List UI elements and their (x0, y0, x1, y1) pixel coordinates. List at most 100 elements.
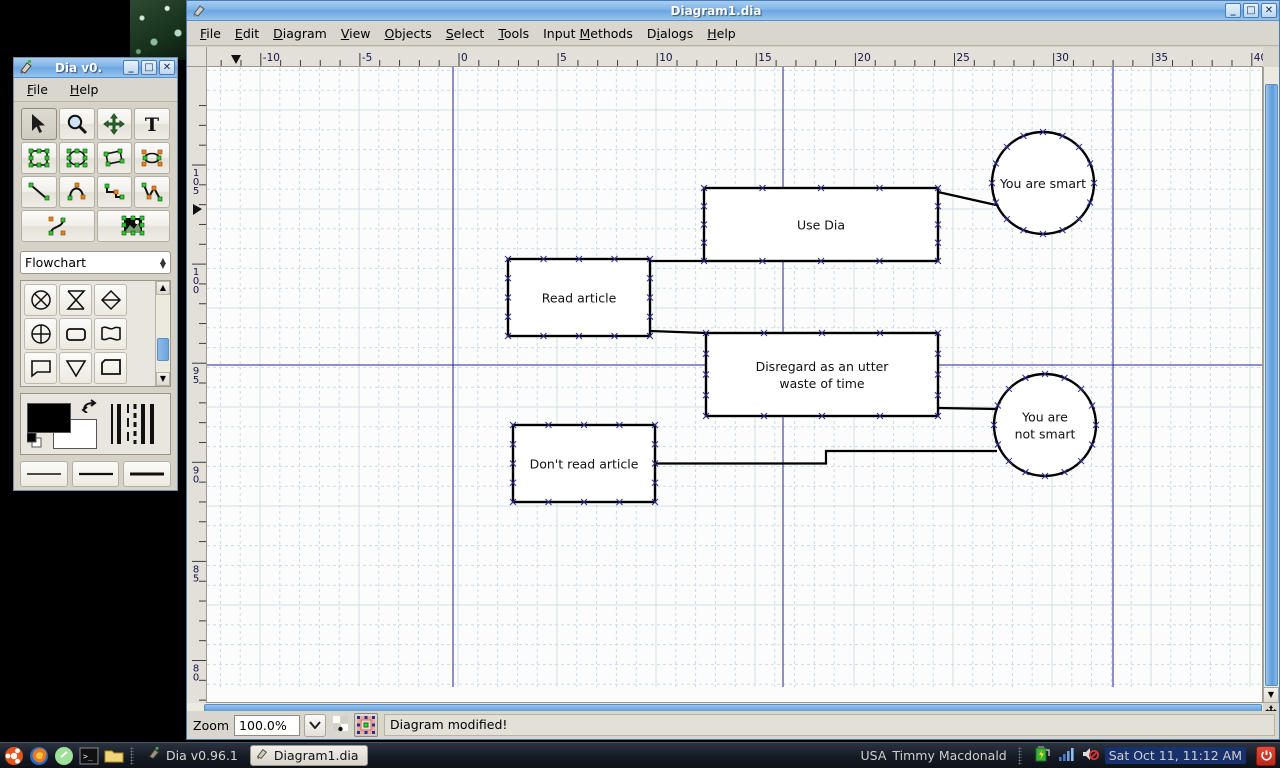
sheet-selector[interactable]: Flowchart ▲▼ (20, 251, 171, 274)
user-menu[interactable]: Timmy Macdonald (892, 748, 1006, 763)
toolbox-menu-file[interactable]: File (20, 79, 55, 100)
menu-tools[interactable]: Tools (491, 23, 536, 44)
menu-dialogs[interactable]: Dialogs (640, 23, 700, 44)
svg-text:-5: -5 (362, 52, 372, 64)
ellipse-icon[interactable] (59, 142, 95, 174)
shape-scroll-down[interactable]: ▼ (156, 372, 170, 386)
terminal-icon[interactable]: >_ (78, 745, 100, 767)
magnifier-tool[interactable] (59, 108, 95, 140)
line-icon[interactable] (21, 176, 57, 208)
menu-edit[interactable]: Edit (228, 23, 266, 44)
shape-terminal[interactable] (59, 318, 92, 350)
diagram-window-titlebar[interactable]: Diagram1.dia _ □ ✕ (187, 1, 1279, 21)
svg-text:10: 10 (659, 52, 672, 64)
wallpaper (130, 0, 190, 60)
help-circle-icon[interactable] (53, 745, 75, 767)
statusbar: Zoom 100.0% (187, 711, 1279, 739)
menu-input-methods[interactable]: Input Methods (536, 23, 640, 44)
status-message: Diagram modified! (384, 714, 1275, 736)
zigzag-line-icon[interactable] (97, 176, 133, 208)
menu-select[interactable]: Select (439, 23, 492, 44)
reset-colors-icon[interactable] (27, 433, 43, 449)
file-manager-icon[interactable] (103, 745, 125, 767)
bezier-line-icon[interactable] (21, 210, 95, 242)
line-style-preview[interactable] (109, 402, 164, 446)
vertical-scrollbar[interactable] (1263, 67, 1279, 703)
diagram-canvas[interactable]: Read articleDon't read articleUse DiaDis… (207, 67, 1263, 703)
shape-palette-scrollbar[interactable]: ▲ ▼ (155, 281, 170, 386)
maximize-button[interactable]: □ (1243, 3, 1259, 18)
svg-text:5: 5 (193, 375, 199, 386)
shape-card[interactable] (94, 352, 127, 384)
shape-scroll-thumb[interactable] (157, 338, 169, 361)
grid-toggle-button[interactable] (332, 715, 350, 735)
polyline-icon[interactable] (134, 176, 170, 208)
diagram-menubar: File Edit Diagram View Objects Select To… (187, 21, 1279, 46)
text-T-icon[interactable]: T (134, 108, 170, 140)
menu-help[interactable]: Help (700, 23, 743, 44)
modify-tool[interactable] (21, 108, 57, 140)
svg-text:5: 5 (560, 52, 567, 64)
polygon-icon[interactable] (97, 142, 133, 174)
vertical-ruler: 10510095908580 (187, 67, 207, 703)
shape-palette: ▲ ▼ (20, 280, 171, 387)
power-icon[interactable] (1256, 746, 1276, 766)
shape-manual-op[interactable] (59, 352, 92, 384)
toolbox-titlebar[interactable]: Dia v0. _ □ ✕ (14, 58, 177, 78)
dia-icon (255, 747, 269, 764)
image-icon[interactable] (97, 210, 171, 242)
scroll-down-button[interactable]: ▼ (1263, 687, 1279, 703)
svg-text:You are: You are (1021, 410, 1068, 425)
shape-display[interactable] (24, 352, 57, 384)
svg-text:Use Dia: Use Dia (797, 218, 845, 233)
shape-merge-circle[interactable] (24, 318, 57, 350)
volume-muted-icon[interactable] (1081, 745, 1099, 766)
shape-sort[interactable] (59, 284, 92, 316)
svg-text:-10: -10 (263, 52, 280, 64)
maximize-button[interactable]: □ (141, 60, 157, 75)
horizontal-ruler: -10-50510152025303540 (207, 47, 1263, 67)
diagram-drawing[interactable]: Read articleDon't read articleUse DiaDis… (207, 67, 1263, 687)
menu-objects[interactable]: Objects (378, 23, 439, 44)
taskbar-item-dia-toolbox[interactable]: Dia v0.96.1 (143, 745, 246, 766)
minimize-button[interactable]: _ (123, 60, 139, 75)
rectangle-icon[interactable] (21, 142, 57, 174)
shape-document[interactable] (94, 318, 127, 350)
menu-file[interactable]: File (193, 23, 228, 44)
firefox-icon[interactable] (28, 745, 50, 767)
arc-icon[interactable] (59, 176, 95, 208)
minimize-button[interactable]: _ (1225, 3, 1241, 18)
keyboard-layout-indicator[interactable]: USA (861, 748, 887, 763)
menu-diagram[interactable]: Diagram (266, 23, 334, 44)
line-width-thick[interactable] (123, 461, 171, 487)
toolbox-menu-help[interactable]: Help (63, 79, 106, 100)
svg-text:0: 0 (461, 52, 468, 64)
svg-text:Disregard as an utter: Disregard as an utter (756, 359, 890, 374)
ubuntu-logo-icon[interactable] (3, 745, 25, 767)
svg-text:30: 30 (1056, 52, 1069, 64)
shape-extract[interactable] (94, 284, 127, 316)
network-signal-icon[interactable] (1057, 745, 1075, 766)
shape-scroll-track[interactable] (156, 295, 170, 372)
battery-charging-icon[interactable] (1033, 745, 1051, 766)
svg-text:>_: >_ (83, 752, 93, 761)
close-button[interactable]: ✕ (1261, 3, 1277, 18)
line-width-medium[interactable] (72, 461, 120, 487)
menu-view[interactable]: View (334, 23, 378, 44)
svg-text:5: 5 (193, 186, 199, 197)
zoom-input[interactable]: 100.0% (234, 715, 300, 736)
close-button[interactable]: ✕ (159, 60, 175, 75)
shape-scroll-up[interactable]: ▲ (156, 281, 170, 295)
zoom-label: Zoom (193, 718, 229, 733)
foreground-color-swatch[interactable] (27, 403, 71, 433)
beziergon-icon[interactable] (134, 142, 170, 174)
swap-colors-icon[interactable] (81, 399, 97, 417)
zoom-dropdown-button[interactable] (304, 714, 326, 737)
clock[interactable]: Sat Oct 11, 11:12 AM (1105, 747, 1246, 764)
vertical-scrollbar-thumb[interactable] (1265, 84, 1278, 686)
line-width-thin[interactable] (20, 461, 68, 487)
shape-collate[interactable] (24, 284, 57, 316)
snap-to-objects-button[interactable] (354, 713, 378, 737)
move-arrows-icon[interactable] (97, 108, 133, 140)
taskbar-item-diagram1[interactable]: Diagram1.dia (250, 745, 368, 766)
